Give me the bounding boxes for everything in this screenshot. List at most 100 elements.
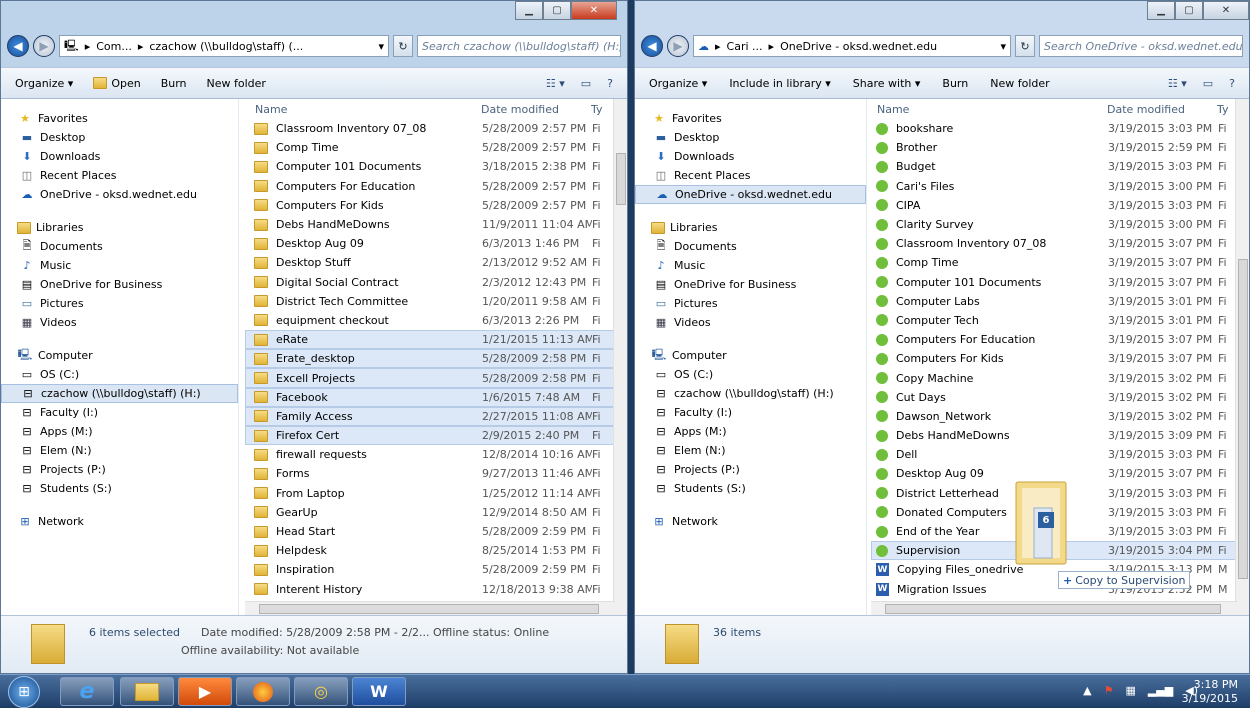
file-row[interactable]: Computer Labs3/19/2015 3:01 PMFi <box>871 292 1249 311</box>
action-center-icon[interactable]: ⚑ <box>1104 684 1114 697</box>
help-icon[interactable]: ? <box>1229 77 1235 90</box>
nav-recent-places[interactable]: ◫Recent Places <box>635 166 866 185</box>
word-icon[interactable]: W <box>352 677 406 706</box>
scrollbar-thumb[interactable] <box>1238 259 1248 579</box>
nav-onedrive[interactable]: ☁OneDrive - oksd.wednet.edu <box>1 185 238 204</box>
open-button[interactable]: Open <box>93 77 140 90</box>
organize-button[interactable]: Organize ▾ <box>15 77 73 90</box>
nav-drive-s[interactable]: ⊟Students (S:) <box>1 479 238 498</box>
close-button[interactable]: ✕ <box>1203 1 1249 20</box>
nav-drive-m[interactable]: ⊟Apps (M:) <box>635 422 866 441</box>
column-header-date[interactable]: Date modified <box>1107 103 1217 116</box>
nav-desktop[interactable]: ▬Desktop <box>635 128 866 147</box>
file-explorer-icon[interactable] <box>120 677 174 706</box>
nav-drive-n[interactable]: ⊟Elem (N:) <box>1 441 238 460</box>
nav-documents[interactable]: 🗎Documents <box>635 237 866 256</box>
view-options-icon[interactable]: ☷ ▾ <box>546 77 565 90</box>
file-row[interactable]: Cari's Files3/19/2015 3:00 PMFi <box>871 177 1249 196</box>
file-row[interactable]: equipment checkout6/3/2013 2:26 PMFi <box>245 311 627 330</box>
show-hidden-icons[interactable]: ▲ <box>1083 684 1091 697</box>
column-header-name[interactable]: Name <box>871 103 1107 116</box>
file-row[interactable]: Dawson_Network3/19/2015 3:02 PMFi <box>871 407 1249 426</box>
close-button[interactable]: ✕ <box>571 1 617 20</box>
back-button[interactable]: ◀ <box>641 35 663 57</box>
file-row[interactable]: Brother3/19/2015 2:59 PMFi <box>871 138 1249 157</box>
file-row[interactable]: Clarity Survey3/19/2015 3:00 PMFi <box>871 215 1249 234</box>
burn-button[interactable]: Burn <box>942 77 968 90</box>
breadcrumb-item[interactable]: czachow (\\bulldog\staff) (... <box>149 40 303 53</box>
file-row[interactable]: eRate1/21/2015 11:13 AMFi <box>245 330 627 349</box>
scrollbar-thumb[interactable] <box>885 604 1221 614</box>
nav-drive-m[interactable]: ⊟Apps (M:) <box>1 422 238 441</box>
forward-button[interactable]: ▶ <box>667 35 689 57</box>
minimize-button[interactable]: ▁ <box>1147 1 1175 20</box>
address-bar[interactable]: ☁ ▸Cari ... ▸OneDrive - oksd.wednet.edu … <box>693 35 1011 57</box>
file-row[interactable]: CIPA3/19/2015 3:03 PMFi <box>871 196 1249 215</box>
nav-music[interactable]: ♪Music <box>1 256 238 275</box>
file-row[interactable]: Computers For Kids3/19/2015 3:07 PMFi <box>871 349 1249 368</box>
nav-pictures[interactable]: ▭Pictures <box>635 294 866 313</box>
file-row[interactable]: Classroom Inventory 07_083/19/2015 3:07 … <box>871 234 1249 253</box>
title-bar[interactable]: ▁ ▢ ✕ <box>635 1 1249 31</box>
column-header-type[interactable]: Ty <box>591 103 611 116</box>
refresh-button[interactable]: ↻ <box>393 35 413 57</box>
nav-favorites[interactable]: ★Favorites <box>1 109 238 128</box>
nav-drive-c[interactable]: ▭OS (C:) <box>1 365 238 384</box>
nav-computer[interactable]: 🖳Computer <box>1 346 238 365</box>
include-in-library-button[interactable]: Include in library ▾ <box>729 77 830 90</box>
nav-network[interactable]: ⊞Network <box>635 512 866 531</box>
search-input[interactable]: Search czachow (\\bulldog\staff) (H:) ⚲ <box>417 35 621 57</box>
media-player-icon[interactable]: ▶ <box>178 677 232 706</box>
onedrive-tray-icon[interactable]: ▦ <box>1125 684 1135 697</box>
nav-pictures[interactable]: ▭Pictures <box>1 294 238 313</box>
chevron-down-icon[interactable]: ▾ <box>378 40 384 53</box>
column-header-type[interactable]: Ty <box>1217 103 1237 116</box>
file-row[interactable]: District Tech Committee1/20/2011 9:58 AM… <box>245 292 627 311</box>
nav-favorites[interactable]: ★Favorites <box>635 109 866 128</box>
nav-music[interactable]: ♪Music <box>635 256 866 275</box>
nav-onedrive-business[interactable]: ▤OneDrive for Business <box>1 275 238 294</box>
maximize-button[interactable]: ▢ <box>543 1 571 20</box>
file-row[interactable]: Interent History12/18/2013 9:38 AMFi <box>245 580 627 599</box>
nav-network[interactable]: ⊞Network <box>1 512 238 531</box>
file-row[interactable]: Desktop Stuff2/13/2012 9:52 AMFi <box>245 253 627 272</box>
file-row[interactable]: bookshare3/19/2015 3:03 PMFi <box>871 119 1249 138</box>
vertical-scrollbar[interactable] <box>1235 99 1249 615</box>
file-row[interactable]: Comp Time5/28/2009 2:57 PMFi <box>245 138 627 157</box>
breadcrumb-item[interactable]: Cari ... <box>727 40 763 53</box>
onenote-icon[interactable]: ◎ <box>294 677 348 706</box>
nav-libraries[interactable]: Libraries <box>635 218 866 237</box>
breadcrumb-item[interactable]: Com... <box>96 40 132 53</box>
file-row[interactable]: Digital Social Contract2/3/2012 12:43 PM… <box>245 273 627 292</box>
file-row[interactable]: Copy Machine3/19/2015 3:02 PMFi <box>871 368 1249 387</box>
file-row[interactable]: Firefox Cert2/9/2015 2:40 PMFi <box>245 426 627 445</box>
file-row[interactable]: Dell3/19/2015 3:03 PMFi <box>871 445 1249 464</box>
file-row[interactable]: Family Access2/27/2015 11:08 AMFi <box>245 407 627 426</box>
file-row[interactable]: Computer 101 Documents3/19/2015 3:07 PMF… <box>871 273 1249 292</box>
column-header-name[interactable]: Name <box>245 103 481 116</box>
file-row[interactable]: Inspiration5/28/2009 2:59 PMFi <box>245 560 627 579</box>
nav-drive-i[interactable]: ⊟Faculty (I:) <box>635 403 866 422</box>
address-bar[interactable]: 🖳 ▸Com... ▸czachow (\\bulldog\staff) (..… <box>59 35 389 57</box>
file-row[interactable]: firewall requests12/8/2014 10:16 AMFi <box>245 445 627 464</box>
file-row[interactable]: Computers For Kids5/28/2009 2:57 PMFi <box>245 196 627 215</box>
clock[interactable]: 3:18 PM 3/19/2015 <box>1182 678 1238 706</box>
new-folder-button[interactable]: New folder <box>990 77 1049 90</box>
network-icon[interactable]: ▂▄▆ <box>1148 684 1173 697</box>
file-row[interactable]: Computers For Education5/28/2009 2:57 PM… <box>245 177 627 196</box>
horizontal-scrollbar[interactable] <box>245 601 615 615</box>
vertical-scrollbar[interactable] <box>613 99 627 615</box>
file-row[interactable]: Debs HandMeDowns11/9/2011 11:04 AMFi <box>245 215 627 234</box>
nav-downloads[interactable]: ⬇Downloads <box>635 147 866 166</box>
file-row[interactable]: Computers For Education3/19/2015 3:07 PM… <box>871 330 1249 349</box>
back-button[interactable]: ◀ <box>7 35 29 57</box>
file-row[interactable]: Comp Time3/19/2015 3:07 PMFi <box>871 253 1249 272</box>
nav-drive-h[interactable]: ⊟czachow (\\bulldog\staff) (H:) <box>1 384 238 403</box>
burn-button[interactable]: Burn <box>161 77 187 90</box>
file-row[interactable]: Forms9/27/2013 11:46 AMFi <box>245 464 627 483</box>
preview-pane-icon[interactable]: ▭ <box>581 77 591 90</box>
file-row[interactable]: Classroom Inventory 07_085/28/2009 2:57 … <box>245 119 627 138</box>
column-header-date[interactable]: Date modified <box>481 103 591 116</box>
minimize-button[interactable]: ▁ <box>515 1 543 20</box>
new-folder-button[interactable]: New folder <box>207 77 266 90</box>
